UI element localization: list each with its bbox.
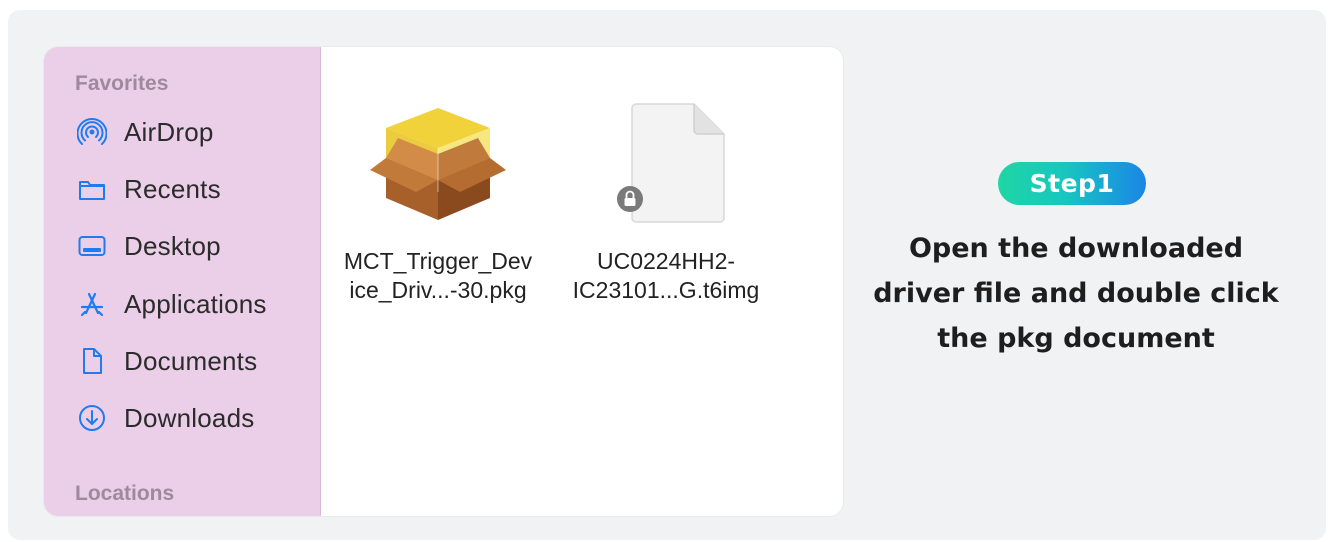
package-icon [323,95,553,225]
step-instruction-line2: driver file and double click [873,278,1279,309]
sidebar-item-label: Documents [124,345,258,376]
sidebar-item-label: Desktop [124,230,221,261]
file-name-line1: UC0224HH2- [596,248,736,274]
finder-window: Favorites AirDrop Recents Desktop Applic… [44,47,843,516]
locations-section-label: Locations [75,482,175,505]
sidebar-item-label: Downloads [124,402,255,433]
sidebar-item-downloads[interactable]: Downloads [76,398,306,438]
applications-icon [76,288,108,320]
sidebar-item-documents[interactable]: Documents [76,341,306,381]
step-instruction-line1: Open the downloaded [908,233,1244,264]
finder-sidebar: Favorites AirDrop Recents Desktop Applic… [44,47,321,516]
file-item-t6img[interactable]: UC0224HH2- IC23101...G.t6img [551,95,781,305]
sidebar-item-desktop[interactable]: Desktop [76,226,306,266]
step-badge: Step1 [998,162,1146,205]
folder-icon [76,173,108,205]
sidebar-item-recents[interactable]: Recents [76,169,306,209]
sidebar-item-airdrop[interactable]: AirDrop [76,112,306,152]
download-icon [76,402,108,434]
file-area: MCT_Trigger_Dev ice_Driv...-30.pkg UC022… [321,47,843,516]
sidebar-item-applications[interactable]: Applications [76,284,306,324]
sidebar-item-label: AirDrop [124,116,214,147]
file-name-line1: MCT_Trigger_Dev [343,248,533,274]
file-name-line2: IC23101...G.t6img [572,277,760,303]
sidebar-item-label: Applications [124,288,267,319]
file-name-line2: ice_Driv...-30.pkg [349,277,527,303]
airdrop-icon [76,116,108,148]
sidebar-item-label: Recents [124,173,221,204]
step-instruction: Open the downloaded driver file and doub… [868,226,1284,361]
desktop-icon [76,230,108,262]
file-item-pkg[interactable]: MCT_Trigger_Dev ice_Driv...-30.pkg [323,95,553,305]
document-icon [76,345,108,377]
locked-file-icon [551,95,781,225]
step-instruction-line3: the pkg document [937,323,1215,354]
favorites-section-label: Favorites [75,72,169,95]
